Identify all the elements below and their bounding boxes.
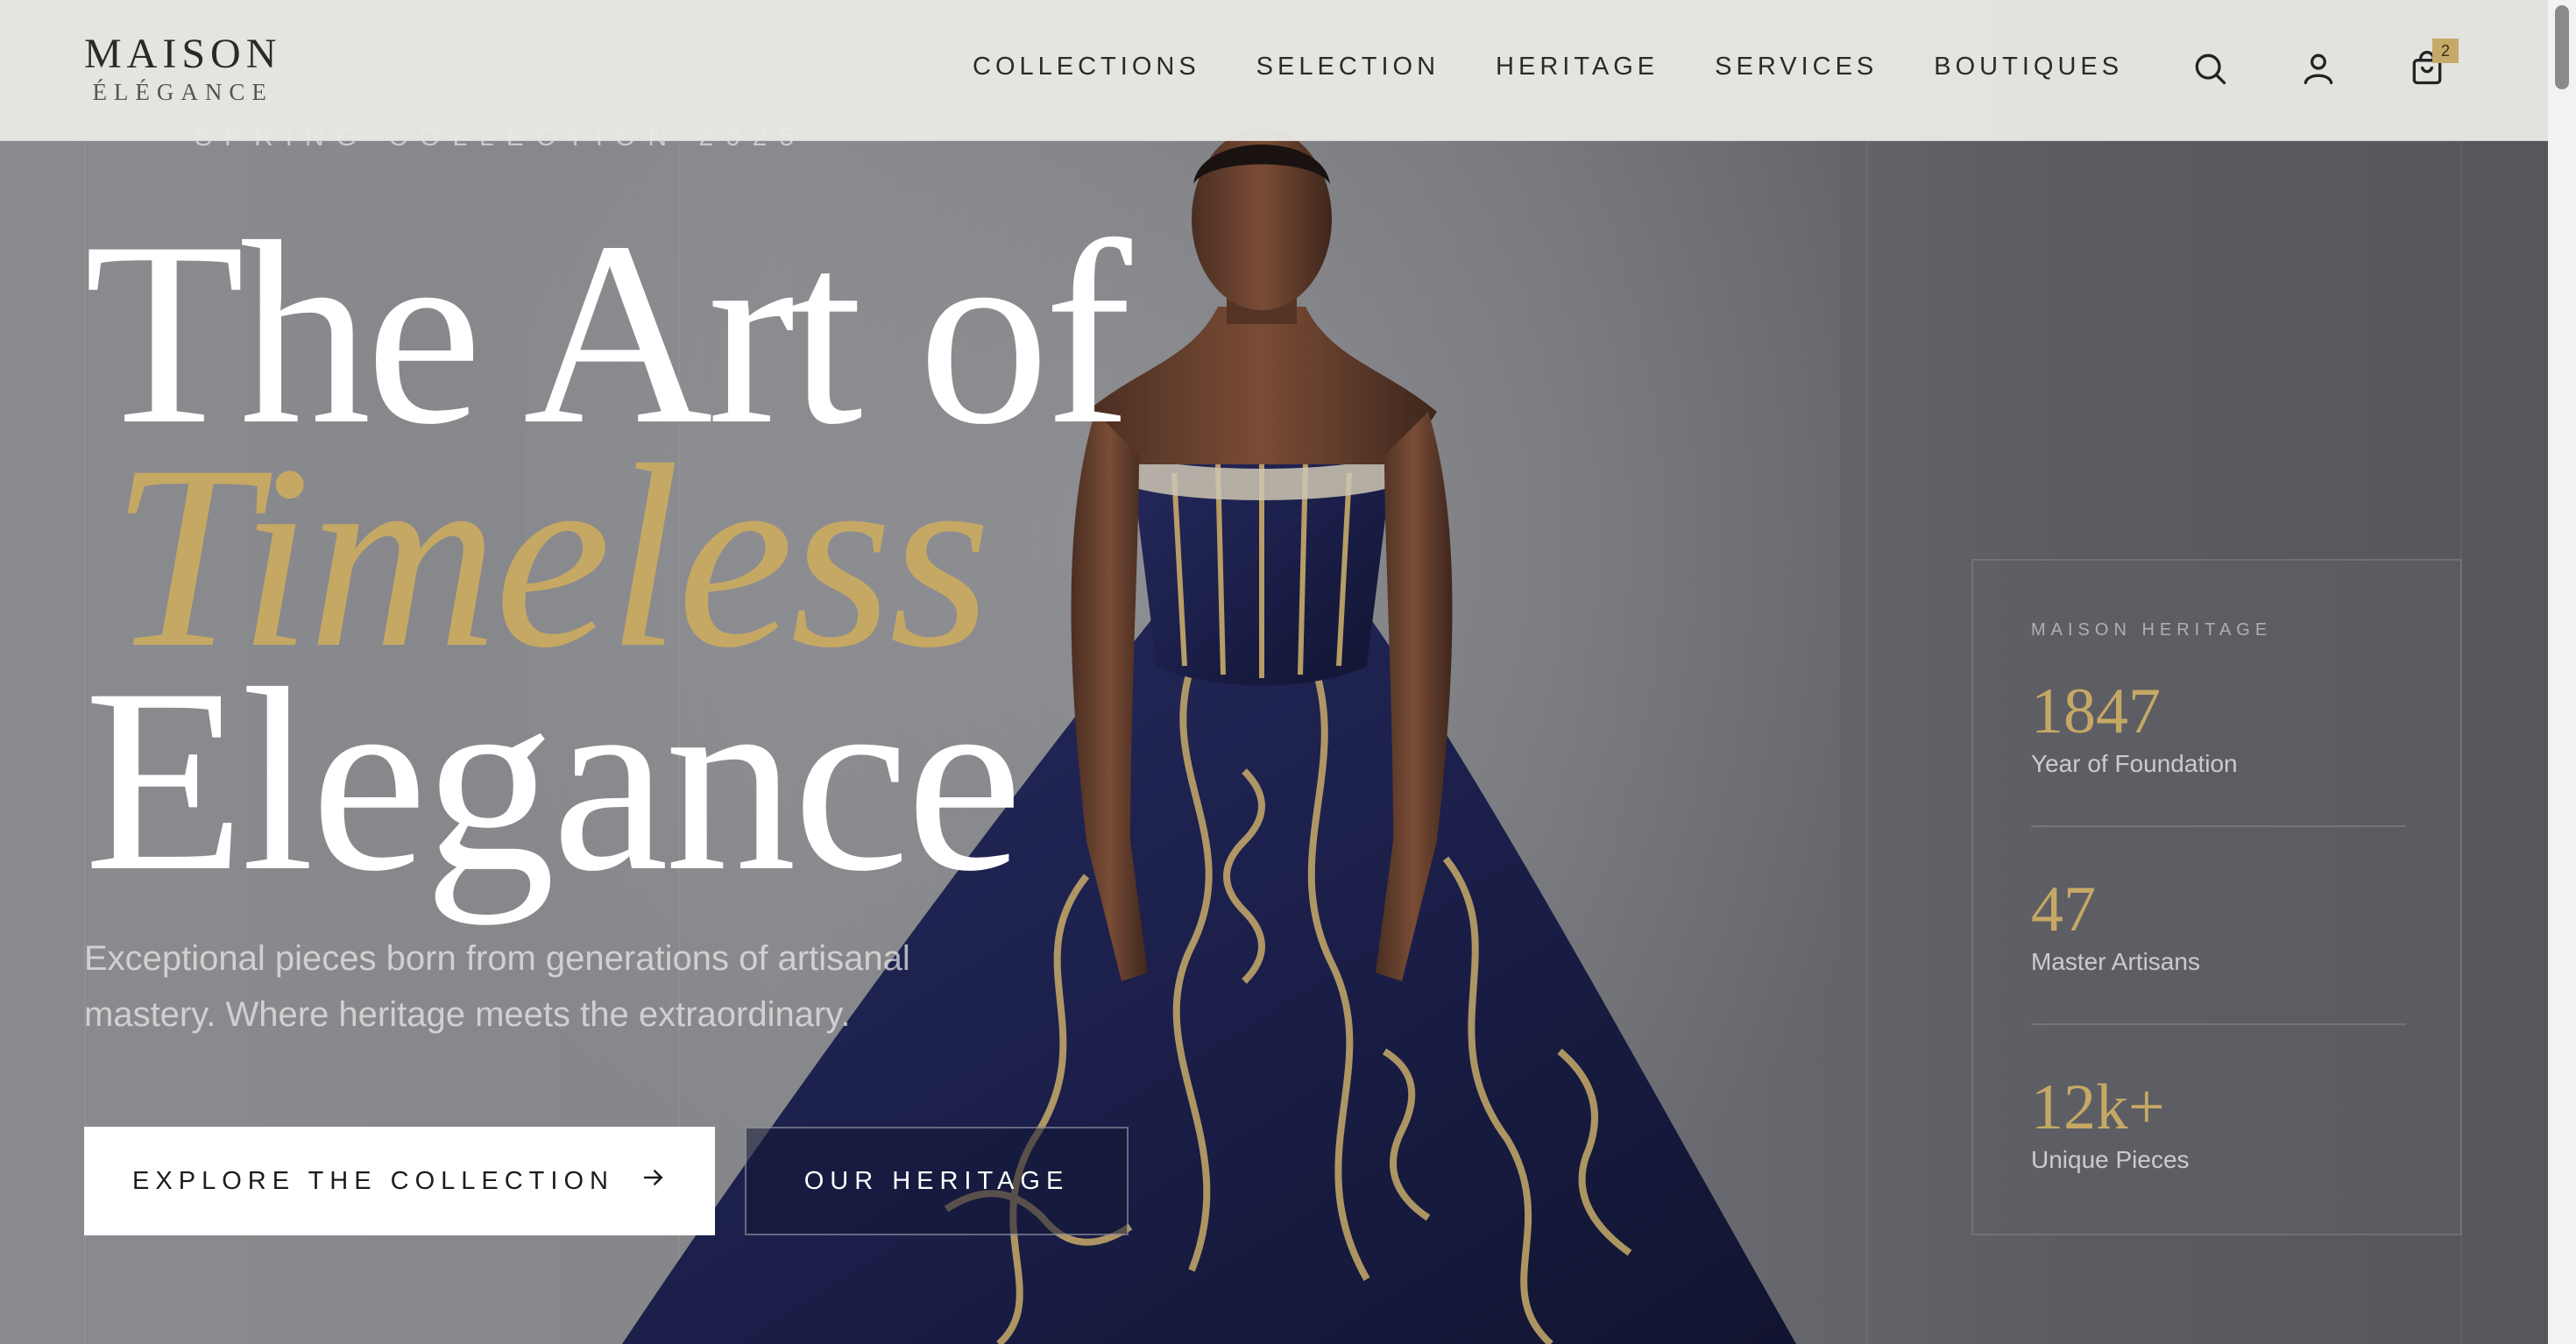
- our-heritage-button[interactable]: OUR HERITAGE: [745, 1127, 1129, 1235]
- stat-divider: [2031, 825, 2406, 827]
- stat-artisans: 47 Master Artisans: [2031, 874, 2406, 976]
- nav-services[interactable]: SERVICES: [1715, 53, 1878, 81]
- brand-subname: ÉLÉGANCE: [92, 79, 273, 105]
- stats-title: MAISON HERITAGE: [2031, 620, 2273, 640]
- stat-label: Year of Foundation: [2031, 750, 2238, 777]
- main-nav: COLLECTIONS SELECTION HERITAGE SERVICES …: [973, 53, 2123, 81]
- stat-divider: [2031, 1023, 2406, 1025]
- grid-line: [1866, 140, 1868, 1344]
- our-heritage-label: OUR HERITAGE: [803, 1166, 1070, 1195]
- shopping-bag-icon[interactable]: 2: [2408, 39, 2459, 88]
- brand-name: MAISON: [84, 31, 282, 77]
- scrollbar-thumb[interactable]: [2555, 5, 2569, 89]
- nav-collections[interactable]: COLLECTIONS: [973, 53, 1200, 81]
- stat-label: Master Artisans: [2031, 948, 2200, 975]
- headline-line-3: Elegance: [84, 634, 1023, 925]
- header-actions: 2: [2190, 39, 2459, 88]
- nav-heritage[interactable]: HERITAGE: [1496, 53, 1659, 81]
- explore-collection-label: EXPLORE THE COLLECTION: [132, 1166, 614, 1195]
- user-icon[interactable]: [2299, 49, 2338, 88]
- arrow-right-icon: [640, 1164, 667, 1198]
- stat-pieces: 12k+ Unique Pieces: [2031, 1072, 2406, 1174]
- site-header: MAISON ÉLÉGANCE COLLECTIONS SELECTION HE…: [0, 0, 2548, 141]
- nav-boutiques[interactable]: BOUTIQUES: [1934, 53, 2123, 81]
- stat-foundation: 1847 Year of Foundation: [2031, 676, 2406, 778]
- explore-collection-button[interactable]: EXPLORE THE COLLECTION: [84, 1127, 715, 1235]
- page-scrollbar[interactable]: [2548, 0, 2576, 1344]
- cart-count-badge: 2: [2432, 39, 2459, 63]
- nav-selection[interactable]: SELECTION: [1256, 53, 1440, 81]
- stat-value: 1847: [2031, 676, 2161, 747]
- brand-logo[interactable]: MAISON ÉLÉGANCE: [84, 32, 281, 107]
- headline-line-1: The Art of: [84, 187, 1132, 478]
- hero-headline: The Art of Timeless Elegance: [84, 187, 1132, 925]
- headline-line-2: Timeless: [110, 411, 991, 702]
- stat-label: Unique Pieces: [2031, 1146, 2190, 1173]
- stat-value: 47: [2031, 874, 2096, 945]
- hero-page: MAISON ÉLÉGANCE COLLECTIONS SELECTION HE…: [0, 0, 2576, 1344]
- stat-value: 12k+: [2031, 1072, 2165, 1143]
- search-icon[interactable]: [2190, 49, 2229, 88]
- hero-subcopy: Exceptional pieces born from generations…: [84, 939, 910, 1034]
- heritage-stats-card: MAISON HERITAGE 1847 Year of Foundation …: [1971, 559, 2462, 1235]
